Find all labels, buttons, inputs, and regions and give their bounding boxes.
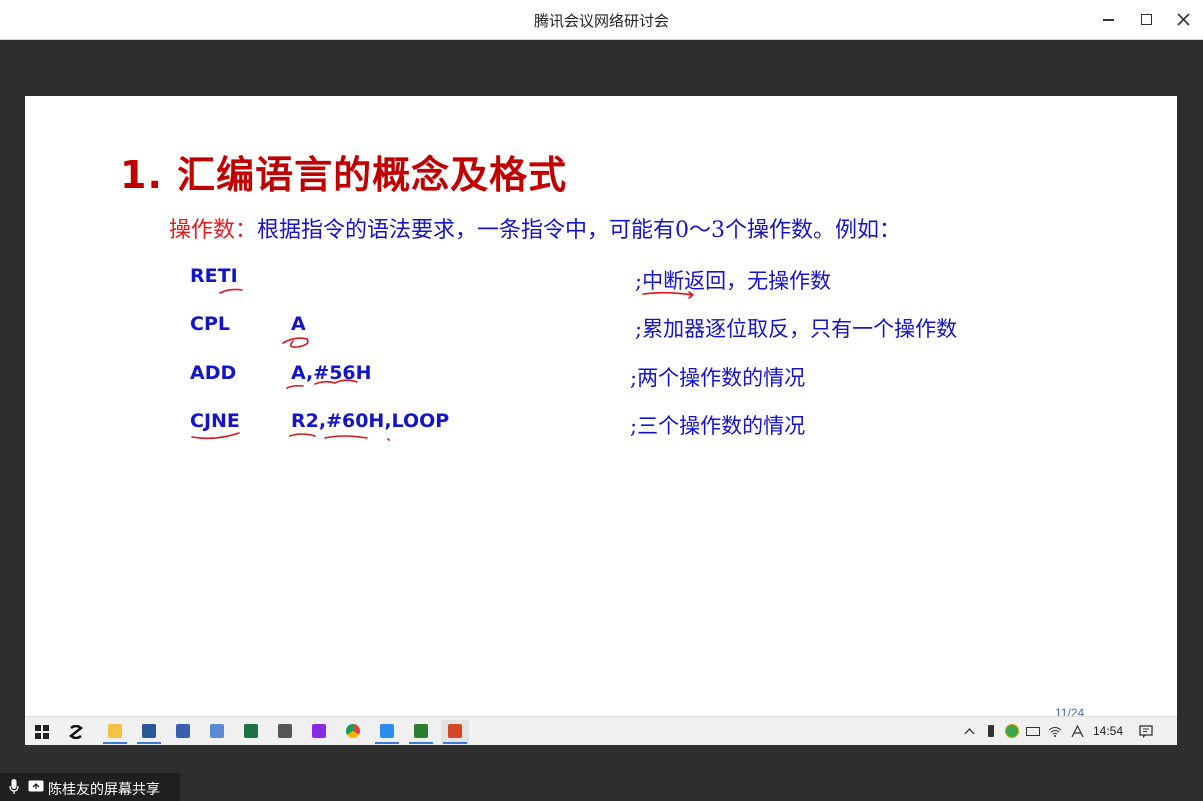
ebook-icon (312, 724, 326, 738)
minimize-button[interactable] (1093, 6, 1123, 32)
excel-icon (244, 724, 258, 738)
notification-icon (1139, 724, 1153, 738)
tray-input-method[interactable] (1068, 721, 1086, 741)
taskbar-app-word[interactable] (135, 720, 163, 744)
tray-wifi[interactable] (1046, 721, 1064, 741)
tray-security[interactable] (1004, 721, 1020, 741)
close-icon (1176, 12, 1190, 26)
code-row: RETI ;中断返回，无操作数 (25, 265, 1177, 305)
wechat-work-icon (414, 724, 428, 738)
taskbar-app-excel[interactable] (237, 720, 265, 744)
meeting-app-icon (380, 724, 394, 738)
screen-share-indicator[interactable]: 陈桂友的屏幕共享 (0, 773, 180, 801)
code-mnemonic: CPL (190, 313, 230, 335)
close-button[interactable] (1168, 6, 1198, 32)
code-row: CPL A ;累加器逐位取反，只有一个操作数 (25, 313, 1177, 353)
code-comment: ;中断返回，无操作数 (635, 269, 832, 293)
slide-title: 1. 汇编语言的概念及格式 (120, 153, 568, 197)
chevron-up-icon (964, 727, 974, 734)
code-row: ADD A,#56H ;两个操作数的情况 (25, 362, 1177, 402)
security-shield-icon (1005, 724, 1019, 738)
remote-desktop-icon (210, 724, 224, 738)
minimize-icon (1102, 19, 1114, 21)
word-icon (142, 724, 156, 738)
intro-text: 根据指令的语法要求，一条指令中，可能有0～3个操作数。例如： (257, 218, 902, 243)
microphone-icon (9, 779, 19, 794)
maximize-icon (1140, 13, 1152, 25)
code-comment: ;累加器逐位取反，只有一个操作数 (635, 317, 958, 341)
taskbar-app-ebook[interactable] (305, 720, 333, 744)
input-method-icon (1070, 724, 1084, 737)
tray-usb[interactable] (983, 721, 999, 741)
battery-icon (1026, 726, 1040, 736)
file-explorer-icon (108, 724, 122, 738)
tray-chevron[interactable] (961, 721, 977, 741)
window-titlebar: 腾讯会议网络研讨会 (0, 0, 1203, 40)
code-comment: ;三个操作数的情况 (630, 414, 806, 438)
screen-share-label: 陈桂友的屏幕共享 (48, 782, 160, 798)
code-operands: A,#56H (291, 362, 372, 384)
text-editor-icon (176, 724, 190, 738)
app-s-icon (69, 725, 83, 739)
windows-logo-icon (35, 725, 49, 739)
taskbar-app-search[interactable] (62, 720, 90, 744)
intro-lead: 操作数： (169, 218, 258, 243)
tray-battery[interactable] (1025, 721, 1041, 741)
code-mnemonic: ADD (190, 362, 237, 384)
start-button[interactable] (28, 720, 56, 744)
code-row: CJNE R2,#60H,LOOP ;三个操作数的情况 (25, 410, 1177, 450)
maximize-button[interactable] (1131, 6, 1161, 32)
tray-notifications[interactable] (1137, 721, 1155, 741)
notes-icon (278, 724, 292, 738)
code-operands: R2,#60H,LOOP (291, 410, 450, 432)
taskbar-app-meeting[interactable] (373, 720, 401, 744)
code-operands: A (291, 313, 306, 335)
usb-icon (988, 725, 994, 737)
slide-page-number: 11/24 (1055, 706, 1085, 716)
taskbar-app-remote[interactable] (203, 720, 231, 744)
taskbar-app-editor[interactable] (169, 720, 197, 744)
chrome-icon (346, 724, 360, 738)
code-mnemonic: CJNE (190, 410, 240, 432)
powerpoint-icon (448, 724, 462, 738)
slide-intro: 操作数：根据指令的语法要求，一条指令中，可能有0～3个操作数。例如： (169, 212, 901, 244)
code-comment: ;两个操作数的情况 (630, 366, 806, 390)
taskbar-app-explorer[interactable] (101, 720, 129, 744)
window-title: 腾讯会议网络研讨会 (533, 12, 669, 30)
presentation-slide: 1. 汇编语言的概念及格式 操作数：根据指令的语法要求，一条指令中，可能有0～3… (25, 96, 1177, 716)
screen-share-icon (28, 780, 44, 792)
code-mnemonic: RETI (190, 265, 238, 287)
taskbar-app-notes[interactable] (271, 720, 299, 744)
taskbar: 14:54 (25, 716, 1177, 745)
wifi-icon (1048, 726, 1062, 737)
taskbar-app-wechat-work[interactable] (407, 720, 435, 744)
taskbar-app-chrome[interactable] (339, 720, 367, 744)
taskbar-app-powerpoint[interactable] (441, 720, 469, 744)
taskbar-clock[interactable]: 14:54 (1093, 724, 1123, 738)
